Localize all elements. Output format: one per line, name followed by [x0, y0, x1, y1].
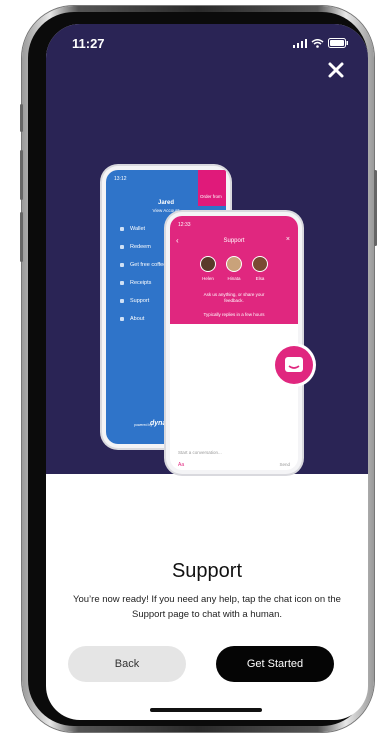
- menu-item-redeem: Redeem: [120, 244, 151, 250]
- illustration-phone-support: 12:33 ‹ Support × Helen Hinata Elsa Ask …: [166, 212, 302, 474]
- close-icon[interactable]: [326, 60, 346, 80]
- hero-illustration: 11:27 Order from 13:12 Jared View Accoun…: [46, 24, 368, 474]
- support-header-title: Support: [223, 238, 245, 244]
- support-screen: 12:33 ‹ Support × Helen Hinata Elsa Ask …: [170, 216, 298, 470]
- gift-icon: [120, 263, 124, 267]
- status-icons: [293, 38, 348, 48]
- support-header: 12:33 ‹ Support × Helen Hinata Elsa Ask …: [170, 216, 298, 324]
- page-description: You’re now ready! If you need any help, …: [73, 594, 341, 620]
- wifi-icon: [311, 38, 324, 48]
- menu-label: About: [130, 316, 145, 322]
- home-indicator[interactable]: [150, 708, 262, 712]
- status-bar: 11:27: [46, 36, 368, 56]
- menu-item-support: Support: [120, 298, 149, 304]
- menu-label: Redeem: [130, 244, 151, 250]
- menu-item-free-coffee: Get free coffee: [120, 262, 166, 268]
- reply-time: Typically replies in a few hours: [203, 312, 265, 317]
- agent-avatar-elsa: [252, 256, 268, 272]
- redeem-icon: [120, 245, 124, 249]
- status-time: 11:27: [72, 36, 105, 51]
- agent-avatar-hinata: [226, 256, 242, 272]
- format-label: Aa: [178, 462, 185, 468]
- chat-icon: [285, 357, 303, 372]
- brand-logo: dyna: [150, 420, 167, 427]
- menu-label: Receipts: [130, 280, 152, 286]
- chat-bubble-icon: [275, 346, 313, 384]
- send-label: Send: [279, 462, 290, 467]
- side-button-left-3: [20, 212, 23, 262]
- support-icon: [120, 299, 124, 303]
- menu-item-receipts: Receipts: [120, 280, 151, 286]
- back-button[interactable]: Back: [68, 646, 186, 682]
- side-button-left-2: [20, 150, 23, 200]
- user-name: Jared: [157, 200, 174, 206]
- receipt-icon: [120, 281, 124, 285]
- support-prompt: Ask us anything, or share your feedback.: [203, 292, 265, 303]
- wallet-icon: [120, 227, 124, 231]
- conversation-input: Start a conversation...: [178, 450, 222, 455]
- mini-time-front: 12:33: [178, 222, 191, 228]
- app-screen: 11:27 Order from 13:12 Jared View Accoun…: [46, 24, 368, 720]
- close-mini-icon: ×: [285, 236, 290, 243]
- signal-icon: [293, 38, 307, 48]
- battery-icon: [328, 38, 348, 48]
- menu-label: Wallet: [130, 226, 146, 232]
- page-title: Support: [171, 560, 243, 582]
- agent-name-elsa: Elsa: [255, 276, 265, 281]
- mini-time: 13:12: [114, 176, 127, 182]
- menu-item-about: About: [120, 316, 144, 322]
- menu-item-wallet: Wallet: [120, 226, 145, 232]
- agent-avatar-helen: [200, 256, 216, 272]
- info-icon: [120, 317, 124, 321]
- menu-label: Get free coffee: [130, 262, 167, 268]
- get-started-button[interactable]: Get Started: [216, 646, 334, 682]
- order-from-label: Order from: [200, 194, 222, 199]
- side-button-right: [374, 170, 377, 246]
- side-button-left-1: [20, 104, 23, 132]
- menu-label: Support: [130, 298, 150, 304]
